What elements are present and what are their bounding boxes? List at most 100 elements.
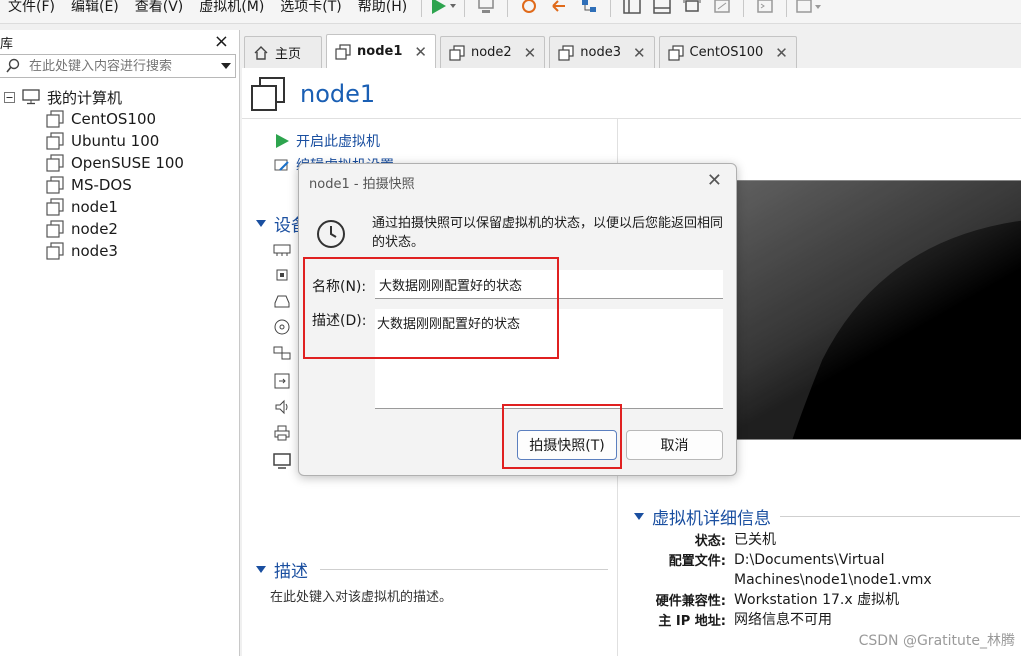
detail-row-ip-address: 主 IP 地址: 网络信息不可用	[610, 610, 964, 630]
vm-tree: 我的计算机 CentOS100 Ubuntu 100 OpenSUSE 100 …	[0, 78, 239, 262]
close-icon[interactable]: ✕	[633, 44, 646, 62]
vm-icon	[335, 43, 351, 60]
tree-item-vm[interactable]: Ubuntu 100	[0, 130, 239, 152]
tree-item-vm[interactable]: MS-DOS	[0, 174, 239, 196]
vm-icon	[46, 242, 64, 260]
cancel-button[interactable]: 取消	[626, 430, 723, 460]
vmware-window: 文件(F) 编辑(E) 查看(V) 虚拟机(M) 选项卡(T) 帮助(H) 库 …	[0, 0, 1021, 656]
close-icon[interactable]: ✕	[775, 44, 788, 62]
section-title: 虚拟机详细信息	[652, 509, 771, 529]
thumbnail-bar-icon[interactable]	[647, 0, 677, 16]
toolbar-separator	[464, 0, 466, 17]
detail-row-config-file: 配置文件: D:\Documents\Virtual Machines\node…	[610, 550, 964, 590]
vm-icon	[46, 220, 64, 238]
close-icon[interactable]: ×	[214, 33, 231, 51]
tab-label: node2	[470, 45, 512, 60]
description-placeholder[interactable]: 在此处键入对该虚拟机的描述。	[270, 586, 452, 605]
tree-item-vm[interactable]: node2	[0, 218, 239, 240]
section-title: 描述	[274, 562, 308, 582]
vm-icon	[449, 44, 465, 61]
tree-label: node2	[71, 220, 118, 238]
toolbar-separator	[786, 0, 788, 17]
tab-node2[interactable]: node2 ✕	[439, 36, 546, 68]
tree-item-vm[interactable]: node1	[0, 196, 239, 218]
page-title: node1	[300, 80, 376, 108]
power-on-link[interactable]: 开启此虚拟机	[274, 131, 380, 151]
computer-icon	[22, 89, 40, 105]
tab-centos100[interactable]: CentOS100 ✕	[658, 36, 797, 68]
snapshot-name-input[interactable]	[375, 270, 723, 299]
search-icon	[6, 58, 20, 73]
library-header: 库 ×	[0, 30, 239, 54]
tab-label: 主页	[275, 47, 302, 62]
tree-label: MS-DOS	[71, 176, 132, 194]
tree-label: 我的计算机	[47, 88, 123, 107]
toolbar-separator	[743, 0, 745, 17]
menu-tabs[interactable]: 选项卡(T)	[272, 0, 349, 16]
take-snapshot-button[interactable]: 拍摄快照(T)	[517, 430, 617, 460]
divider	[320, 569, 608, 570]
chevron-down-icon	[634, 513, 644, 520]
vm-details-section-header[interactable]: 虚拟机详细信息	[634, 504, 771, 529]
detail-value: Workstation 17.x 虚拟机	[734, 592, 900, 608]
chevron-down-icon	[256, 220, 266, 227]
send-keys-icon[interactable]	[471, 0, 501, 16]
menu-file[interactable]: 文件(F)	[0, 0, 63, 16]
dialog-title: node1 - 拍摄快照	[309, 177, 415, 192]
watermark: CSDN @Gratitute_林腾	[858, 633, 1015, 649]
chevron-down-icon[interactable]	[217, 62, 235, 70]
description-section-header[interactable]: 描述	[256, 557, 308, 582]
collapse-icon[interactable]	[4, 91, 15, 103]
console-view-icon[interactable]	[750, 0, 780, 16]
tab-label: CentOS100	[689, 45, 764, 60]
tab-node1[interactable]: node1 ✕	[326, 34, 436, 68]
fullscreen-icon[interactable]	[677, 0, 707, 16]
tree-item-my-computer[interactable]: 我的计算机	[0, 86, 239, 108]
tree-label: CentOS100	[71, 110, 157, 128]
processor-icon	[276, 269, 288, 281]
close-icon[interactable]: ✕	[707, 170, 722, 191]
dialog-info-text: 通过拍摄快照可以保留虚拟机的状态，以便以后您能返回相同的状态。	[372, 216, 724, 250]
menu-help[interactable]: 帮助(H)	[350, 0, 415, 16]
usb-controller-icon	[274, 373, 290, 389]
unity-icon[interactable]	[707, 0, 737, 16]
stretch-guest-icon[interactable]	[793, 0, 823, 16]
tab-node3[interactable]: node3 ✕	[549, 36, 655, 68]
close-icon[interactable]: ✕	[414, 43, 427, 61]
snapshot-take-icon[interactable]	[514, 0, 544, 16]
tree-item-vm[interactable]: node3	[0, 240, 239, 262]
detail-label: 主 IP 地址:	[658, 614, 726, 629]
vm-large-icon	[251, 77, 285, 111]
snapshot-revert-icon[interactable]	[544, 0, 574, 16]
vm-header: node1	[250, 76, 375, 112]
vm-icon	[46, 198, 64, 216]
snapshot-manager-icon[interactable]	[574, 0, 604, 16]
tree-item-vm[interactable]: CentOS100	[0, 108, 239, 130]
tab-home[interactable]: 主页	[244, 36, 323, 68]
detail-row-state: 状态: 已关机	[610, 530, 964, 550]
vm-icon	[46, 176, 64, 194]
chevron-down-icon	[256, 566, 266, 573]
memory-icon	[273, 244, 291, 256]
tree-item-vm[interactable]: OpenSUSE 100	[0, 152, 239, 174]
menu-view[interactable]: 查看(V)	[127, 0, 192, 16]
sound-card-icon	[275, 399, 288, 415]
vm-icon	[46, 132, 64, 150]
menu-vm[interactable]: 虚拟机(M)	[191, 0, 272, 16]
detail-label: 配置文件:	[668, 554, 726, 569]
tree-label: Ubuntu 100	[71, 132, 160, 150]
vm-screen-thumbnail[interactable]	[732, 180, 1021, 440]
menu-bar: 文件(F) 编辑(E) 查看(V) 虚拟机(M) 选项卡(T) 帮助(H)	[0, 0, 1021, 24]
library-title: 库	[0, 36, 14, 52]
take-snapshot-dialog: node1 - 拍摄快照 ✕ 通过拍摄快照可以保留虚拟机的状态，以便以后您能返回…	[298, 163, 737, 476]
printer-icon	[274, 425, 290, 441]
play-icon	[276, 134, 289, 148]
search-input[interactable]	[29, 58, 217, 74]
snapshot-description-input[interactable]: 大数据刚刚配置好的状态	[375, 309, 723, 409]
menu-edit[interactable]: 编辑(E)	[63, 0, 127, 16]
power-on-play-icon[interactable]	[428, 0, 458, 16]
edit-settings-icon	[274, 159, 289, 171]
library-view-icon[interactable]	[617, 0, 647, 16]
vm-icon	[667, 44, 684, 61]
close-icon[interactable]: ✕	[524, 44, 537, 62]
